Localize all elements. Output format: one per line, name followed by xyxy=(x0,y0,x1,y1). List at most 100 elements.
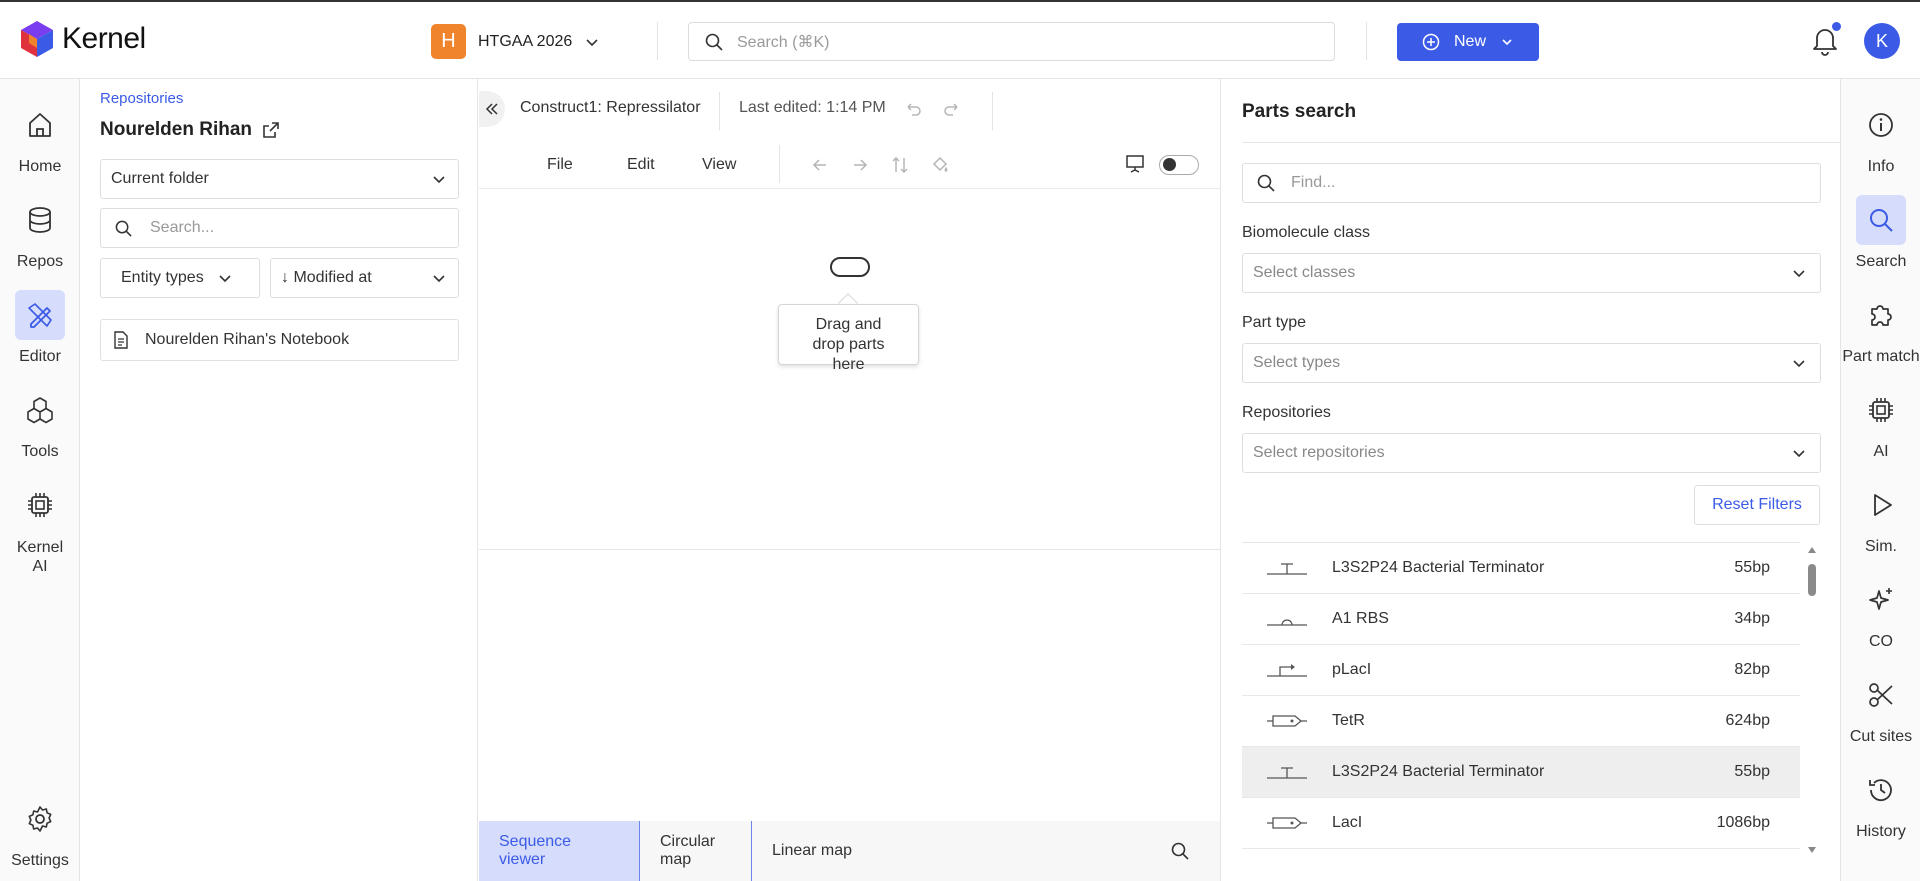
view-toggle[interactable] xyxy=(1159,155,1199,175)
editor-icon xyxy=(15,290,65,340)
toggle-knob xyxy=(1163,158,1176,171)
reset-filters-button[interactable]: Reset Filters xyxy=(1694,485,1820,525)
repositories-select[interactable]: Select repositories xyxy=(1242,433,1821,473)
tool-co[interactable]: CO xyxy=(1841,575,1920,651)
info-icon xyxy=(1856,100,1906,150)
menu-file[interactable]: File xyxy=(547,156,573,174)
entity-types-select[interactable]: Entity types xyxy=(100,258,260,298)
scissors-icon xyxy=(1856,670,1906,720)
tool-search[interactable]: Search xyxy=(1841,195,1920,271)
part-name: LacI xyxy=(1332,814,1363,831)
tab-sequence-viewer[interactable]: Sequence viewer xyxy=(479,821,640,881)
chevrons-left-icon xyxy=(485,103,498,115)
search-icon xyxy=(1257,174,1275,192)
panel-title: Parts search xyxy=(1242,101,1357,122)
scroll-up-icon[interactable] xyxy=(1807,546,1817,554)
chevron-down-icon xyxy=(586,38,598,46)
paint-bucket-icon[interactable] xyxy=(931,156,949,174)
menu-edit[interactable]: Edit xyxy=(627,156,655,174)
tab-label: Circular map xyxy=(660,833,716,868)
part-length: 82bp xyxy=(1734,661,1770,678)
tab-linear-map[interactable]: Linear map xyxy=(752,821,872,881)
collapse-panel-button[interactable] xyxy=(479,91,505,127)
workspace-switcher[interactable]: H HTGAA 2026 xyxy=(431,24,600,59)
tool-label: Info xyxy=(1867,158,1895,175)
right-tool-nav: Info Search Part match AI Sim. CO Cut si… xyxy=(1840,79,1920,881)
nav-item-home[interactable]: Home xyxy=(0,100,80,176)
list-item[interactable]: A1 RBS 34bp xyxy=(1242,594,1800,645)
part-name: TetR xyxy=(1332,712,1365,729)
tool-label: Search xyxy=(1855,253,1907,270)
chip-icon xyxy=(15,480,65,530)
chip-icon xyxy=(1856,385,1906,435)
terminator-icon xyxy=(1242,764,1332,780)
tool-label: History xyxy=(1856,823,1906,840)
rbs-icon xyxy=(1242,611,1332,627)
search-placeholder: Search (⌘K) xyxy=(737,33,830,51)
tool-info[interactable]: Info xyxy=(1841,100,1920,176)
avatar[interactable]: K xyxy=(1864,23,1900,59)
biomolecule-class-select[interactable]: Select classes xyxy=(1242,253,1821,293)
tool-history[interactable]: History xyxy=(1841,765,1920,841)
part-name: L3S2P24 Bacterial Terminator xyxy=(1332,559,1545,576)
sort-select[interactable]: ↓ Modified at xyxy=(270,258,459,298)
part-type-select[interactable]: Select types xyxy=(1242,343,1821,383)
app-logo[interactable]: Kernel xyxy=(20,20,146,58)
scroll-down-icon[interactable] xyxy=(1807,846,1817,854)
new-button[interactable]: New xyxy=(1397,23,1539,61)
repository-owner: Nourelden Rihan xyxy=(100,119,280,141)
parts-find-input[interactable]: Find... xyxy=(1242,163,1821,203)
search-icon[interactable] xyxy=(1171,842,1189,860)
results-scrollbar[interactable] xyxy=(1805,542,1819,858)
chevron-down-icon xyxy=(1793,360,1805,368)
new-button-label: New xyxy=(1453,33,1486,50)
external-link-icon[interactable] xyxy=(262,121,280,139)
folder-select[interactable]: Current folder xyxy=(100,159,459,199)
puzzle-icon xyxy=(1856,290,1906,340)
cds-icon xyxy=(1242,713,1332,729)
nav-item-tools[interactable]: Tools xyxy=(0,385,80,461)
arrow-left-icon[interactable] xyxy=(811,156,829,174)
viewer-tabs: Sequence viewer Circular map Linear map xyxy=(479,821,1220,881)
tool-label: AI xyxy=(1873,443,1889,460)
list-item[interactable]: LacI 1086bp xyxy=(1242,798,1800,849)
document-title[interactable]: Construct1: Repressilator xyxy=(520,99,701,117)
left-nav: Home Repos Editor Tools Kernel AI Settin… xyxy=(0,79,80,881)
app-name: Kernel xyxy=(62,22,146,55)
select-placeholder: Select types xyxy=(1253,354,1341,371)
arrow-right-icon[interactable] xyxy=(851,156,869,174)
search-icon xyxy=(115,220,132,237)
file-search-input[interactable]: Search... xyxy=(100,208,459,248)
tool-simulation[interactable]: Sim. xyxy=(1841,480,1920,556)
construct-canvas[interactable]: Drag and drop parts here xyxy=(479,190,1220,550)
list-item[interactable]: Nourelden Rihan's Notebook xyxy=(100,319,459,361)
chevron-down-icon xyxy=(433,176,445,184)
file-search-placeholder: Search... xyxy=(150,219,215,236)
nav-item-settings[interactable]: Settings xyxy=(0,794,80,870)
nav-item-repos[interactable]: Repos xyxy=(0,195,80,271)
nav-label: Editor xyxy=(19,348,61,365)
swap-vertical-icon[interactable] xyxy=(891,156,909,174)
global-search-input[interactable]: Search (⌘K) xyxy=(688,22,1335,61)
nav-item-editor[interactable]: Editor xyxy=(0,290,80,366)
scroll-thumb[interactable] xyxy=(1808,564,1816,596)
part-length: 55bp xyxy=(1734,559,1770,576)
list-item[interactable]: TetR 624bp xyxy=(1242,696,1800,747)
presentation-icon[interactable] xyxy=(1125,154,1145,174)
sparkle-icon xyxy=(1856,575,1906,625)
tool-label: Sim. xyxy=(1865,538,1897,555)
list-item[interactable]: L3S2P24 Bacterial Terminator 55bp xyxy=(1242,543,1800,594)
undo-icon[interactable] xyxy=(904,100,922,118)
list-item[interactable]: pLacI 82bp xyxy=(1242,645,1800,696)
breadcrumb[interactable]: Repositories xyxy=(100,90,183,107)
list-item[interactable]: L3S2P24 Bacterial Terminator 55bp xyxy=(1242,747,1800,798)
tool-ai[interactable]: AI xyxy=(1841,385,1920,461)
tab-circular-map[interactable]: Circular map xyxy=(640,821,752,881)
file-browser-panel: Repositories Nourelden Rihan Current fol… xyxy=(81,79,478,881)
tool-part-match[interactable]: Part match xyxy=(1841,290,1920,366)
nav-item-kernel-ai[interactable]: Kernel AI xyxy=(0,480,80,576)
divider xyxy=(779,145,780,183)
redo-icon[interactable] xyxy=(943,100,961,118)
tool-cut-sites[interactable]: Cut sites xyxy=(1841,670,1920,746)
menu-view[interactable]: View xyxy=(702,156,736,174)
